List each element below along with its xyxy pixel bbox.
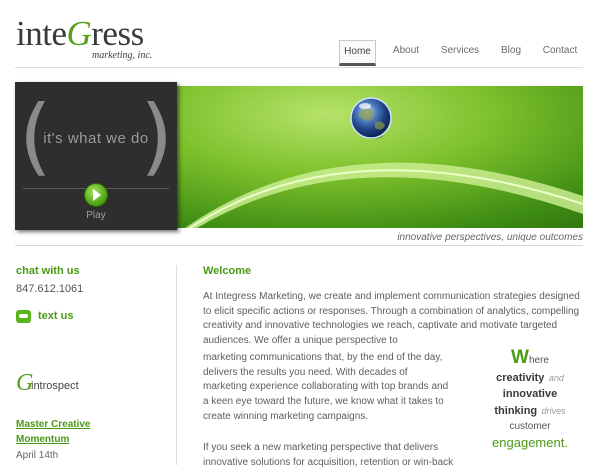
callout-line-1: Where xyxy=(511,347,549,368)
callout-line-5: customer xyxy=(509,421,551,432)
callout-line-2: creativity and xyxy=(496,372,564,384)
chat-bubble-icon xyxy=(16,310,31,323)
nav-blog[interactable]: Blog xyxy=(496,40,526,66)
text-us-link[interactable]: text us xyxy=(16,310,116,326)
logo-tagline: marketing, inc. xyxy=(92,50,153,61)
column-divider xyxy=(176,265,177,465)
phone-number[interactable]: 847.612.1061 xyxy=(16,283,83,295)
second-paragraph: If you seek a new marketing perspective … xyxy=(203,442,454,468)
nav-services[interactable]: Services xyxy=(438,40,482,66)
logo-wordmark: inteGress xyxy=(16,14,144,53)
introspect-blog-logo[interactable]: G introspect xyxy=(16,370,166,396)
introspect-label: introspect xyxy=(31,380,79,392)
video-player[interactable]: ( ) it's what we do Play xyxy=(15,82,177,230)
caption-divider xyxy=(15,245,583,246)
callout-line-3: innovative xyxy=(502,388,558,400)
callout-line-6: engagement. xyxy=(492,435,568,450)
intro-paragraph: At Integress Marketing, we create and im… xyxy=(203,291,580,347)
text-us-label: text us xyxy=(38,310,74,322)
main-nav: Home About Services Blog Contact xyxy=(330,40,590,70)
header-divider xyxy=(15,67,583,68)
callout-line-4: thinking drives xyxy=(494,405,566,417)
logo[interactable]: inteGress marketing, inc. xyxy=(16,12,176,62)
video-tagline: it's what we do xyxy=(43,130,149,147)
blog-post-date: April 14th xyxy=(16,450,59,461)
tagline-callout: Where creativity and innovative thinking… xyxy=(470,347,590,451)
chat-heading: chat with us xyxy=(16,265,80,277)
nav-home[interactable]: Home xyxy=(339,40,376,66)
nav-contact[interactable]: Contact xyxy=(539,40,581,66)
welcome-heading: Welcome xyxy=(203,265,252,277)
intro-paragraph-continued: marketing communications that, by the en… xyxy=(203,352,449,422)
blog-post-link[interactable]: Master Creative Momentum xyxy=(16,417,126,447)
hero-caption: innovative perspectives, unique outcomes xyxy=(397,232,583,243)
play-label[interactable]: Play xyxy=(15,210,177,221)
play-icon[interactable] xyxy=(84,183,108,207)
nav-about[interactable]: About xyxy=(388,40,424,66)
